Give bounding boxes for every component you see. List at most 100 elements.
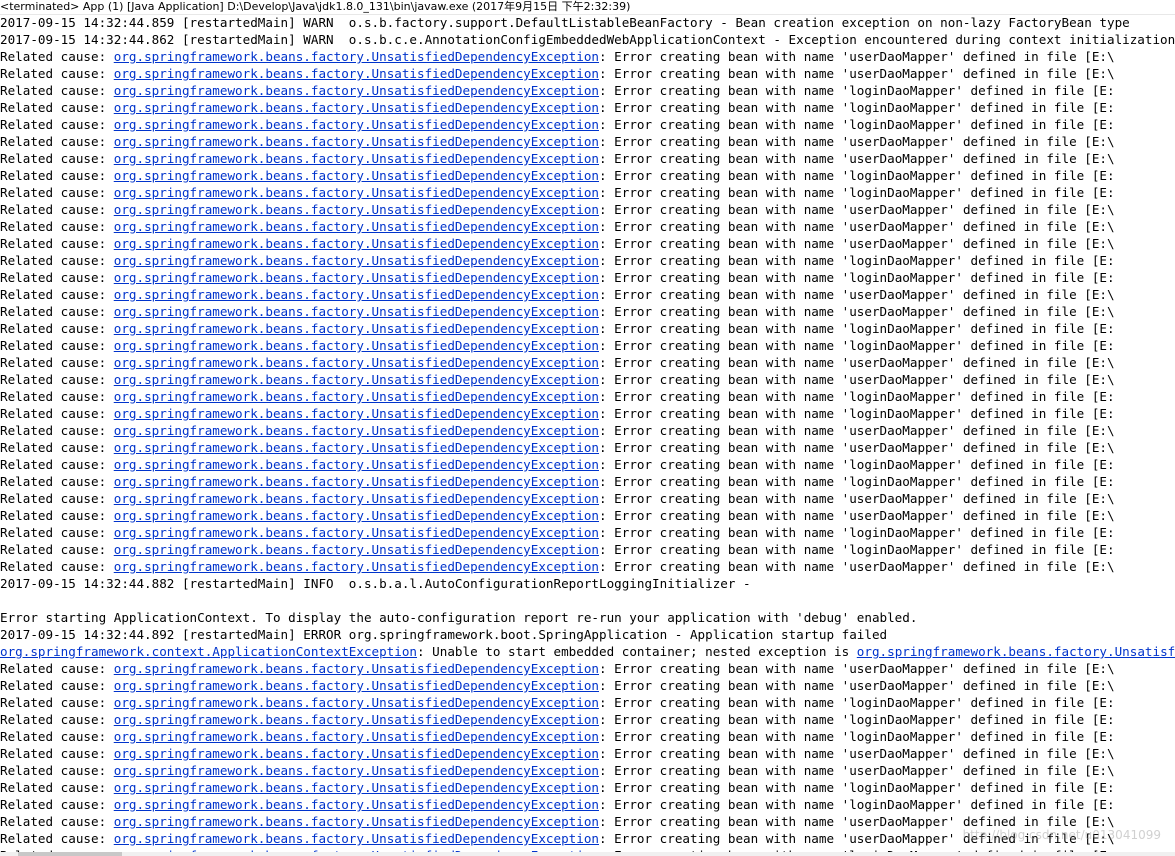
exception-link[interactable]: org.springframework.beans.factory.Unsati… — [114, 729, 599, 744]
exception-link[interactable]: org.springframework.beans.factory.Unsati… — [114, 134, 599, 149]
exception-link[interactable]: org.springframework.beans.factory.Unsati… — [114, 321, 599, 336]
exception-link[interactable]: org.springframework.beans.factory.Unsati… — [114, 457, 599, 472]
scrollbar-thumb[interactable] — [18, 852, 122, 856]
console-line: Related cause: org.springframework.beans… — [0, 218, 1175, 235]
exception-link[interactable]: org.springframework.beans.factory.Unsati… — [114, 508, 599, 523]
console-line: Related cause: org.springframework.beans… — [0, 694, 1175, 711]
line-prefix: Related cause: — [0, 270, 114, 285]
line-prefix: Related cause: — [0, 831, 114, 846]
console-line: 2017-09-15 14:32:44.859 [restartedMain] … — [0, 14, 1175, 31]
console-line: 2017-09-15 14:32:44.862 [restartedMain] … — [0, 31, 1175, 48]
exception-link[interactable]: org.springframework.beans.factory.Unsati… — [114, 372, 599, 387]
exception-link[interactable]: org.springframework.beans.factory.Unsati… — [114, 678, 599, 693]
exception-link[interactable]: org.springframework.beans.factory.Unsati… — [114, 100, 599, 115]
exception-link[interactable]: org.springframework.beans.factory.Unsati… — [114, 559, 599, 574]
exception-link[interactable]: org.springframework.beans.factory.Unsati… — [114, 355, 599, 370]
line-prefix: Related cause: — [0, 389, 114, 404]
exception-link[interactable]: org.springframework.beans.factory.Unsati… — [114, 814, 599, 829]
exception-link[interactable]: org.springframework.beans.factory.Unsati… — [114, 542, 599, 557]
exception-link[interactable]: org.springframework.beans.factory.Unsati… — [114, 202, 599, 217]
exception-link[interactable]: org.springframework.beans.factory.Unsati… — [114, 831, 599, 846]
exception-link[interactable]: org.springframework.beans.factory.Unsati… — [114, 763, 599, 778]
line-text: : Error creating bean with name 'loginDa… — [599, 321, 1115, 336]
exception-link[interactable]: org.springframework.beans.factory.Unsati… — [114, 338, 599, 353]
console-line: Related cause: org.springframework.beans… — [0, 728, 1175, 745]
console-line: Related cause: org.springframework.beans… — [0, 354, 1175, 371]
line-text: : Error creating bean with name 'loginDa… — [599, 542, 1115, 557]
line-prefix: Related cause: — [0, 185, 114, 200]
console-line: Related cause: org.springframework.beans… — [0, 303, 1175, 320]
line-text: 2017-09-15 14:32:44.859 [restartedMain] … — [0, 15, 1130, 30]
line-text: : Error creating bean with name 'loginDa… — [599, 168, 1115, 183]
console-line: Related cause: org.springframework.beans… — [0, 405, 1175, 422]
exception-link[interactable]: org.springframework.beans.factory.Unsati… — [114, 423, 599, 438]
exception-link[interactable]: org.springframework.beans.factory.Unsati… — [114, 491, 599, 506]
console-line: Related cause: org.springframework.beans… — [0, 371, 1175, 388]
exception-link[interactable]: org.springframework.beans.factory.Unsati… — [114, 270, 599, 285]
line-text: : Error creating bean with name 'loginDa… — [599, 100, 1115, 115]
line-text: : Error creating bean with name 'loginDa… — [599, 525, 1115, 540]
line-text: : Error creating bean with name 'userDao… — [599, 66, 1115, 81]
line-prefix: Related cause: — [0, 134, 114, 149]
exception-link[interactable]: org.springframework.beans.factory.Unsati… — [114, 219, 599, 234]
line-text: : Error creating bean with name 'userDao… — [599, 678, 1115, 693]
console-line: Related cause: org.springframework.beans… — [0, 456, 1175, 473]
line-prefix: Related cause: — [0, 100, 114, 115]
line-text: : Unable to start embedded container; ne… — [417, 644, 857, 659]
exception-link[interactable]: org.springframework.beans.factory.Unsati… — [114, 474, 599, 489]
exception-link[interactable]: org.springframework.beans.factory.Unsati… — [114, 780, 599, 795]
line-prefix: Related cause: — [0, 304, 114, 319]
console-line: Related cause: org.springframework.beans… — [0, 745, 1175, 762]
console-line: Related cause: org.springframework.beans… — [0, 337, 1175, 354]
console-line: Related cause: org.springframework.beans… — [0, 388, 1175, 405]
exception-link[interactable]: org.springframework.beans.factory.Unsati… — [114, 83, 599, 98]
line-prefix: Related cause: — [0, 661, 114, 676]
console-line: Related cause: org.springframework.beans… — [0, 779, 1175, 796]
exception-link[interactable]: org.springframework.beans.factory.Unsati… — [114, 185, 599, 200]
exception-link[interactable]: org.springframework.beans.factory.Unsati… — [114, 406, 599, 421]
exception-link[interactable]: org.springframework.beans.factory.Unsati… — [114, 440, 599, 455]
exception-link[interactable]: org.springframework.beans.factory.Unsati… — [114, 287, 599, 302]
console-line: Related cause: org.springframework.beans… — [0, 320, 1175, 337]
line-text: : Error creating bean with name 'loginDa… — [599, 780, 1115, 795]
line-prefix: Related cause: — [0, 814, 114, 829]
exception-link[interactable]: org.springframework.beans.factory.Unsati… — [114, 525, 599, 540]
exception-link[interactable]: org.springframework.beans.factory.Unsati… — [114, 49, 599, 64]
exception-link[interactable]: org.springframework.beans.factory.Unsati… — [114, 389, 599, 404]
line-text: : Error creating bean with name 'loginDa… — [599, 83, 1115, 98]
exception-link[interactable]: org.springframework.beans.factory.Unsati… — [114, 117, 599, 132]
console-line: Related cause: org.springframework.beans… — [0, 541, 1175, 558]
exception-link[interactable]: org.springframework.context.ApplicationC… — [0, 644, 417, 659]
exception-link[interactable]: org.springframework.beans.factory.Unsati… — [857, 644, 1175, 659]
console-line: 2017-09-15 14:32:44.892 [restartedMain] … — [0, 626, 1175, 643]
exception-link[interactable]: org.springframework.beans.factory.Unsati… — [114, 797, 599, 812]
line-prefix: Related cause: — [0, 763, 114, 778]
line-text: : Error creating bean with name 'userDao… — [599, 491, 1115, 506]
exception-link[interactable]: org.springframework.beans.factory.Unsati… — [114, 236, 599, 251]
exception-link[interactable]: org.springframework.beans.factory.Unsati… — [114, 66, 599, 81]
console-line: Related cause: org.springframework.beans… — [0, 439, 1175, 456]
console-title: <terminated> App (1) [Java Application] … — [0, 0, 631, 13]
line-prefix: Related cause: — [0, 219, 114, 234]
line-text: : Error creating bean with name 'userDao… — [599, 236, 1115, 251]
exception-link[interactable]: org.springframework.beans.factory.Unsati… — [114, 712, 599, 727]
console-header: <terminated> App (1) [Java Application] … — [0, 0, 1175, 15]
exception-link[interactable]: org.springframework.beans.factory.Unsati… — [114, 253, 599, 268]
line-prefix: Related cause: — [0, 457, 114, 472]
horizontal-scrollbar[interactable] — [0, 852, 1175, 856]
exception-link[interactable]: org.springframework.beans.factory.Unsati… — [114, 304, 599, 319]
line-prefix: Related cause: — [0, 168, 114, 183]
exception-link[interactable]: org.springframework.beans.factory.Unsati… — [114, 168, 599, 183]
line-text: : Error creating bean with name 'loginDa… — [599, 253, 1115, 268]
line-prefix: Related cause: — [0, 780, 114, 795]
console-output[interactable]: 2017-09-15 14:32:44.859 [restartedMain] … — [0, 14, 1175, 852]
console-line: Error starting ApplicationContext. To di… — [0, 609, 1175, 626]
exception-link[interactable]: org.springframework.beans.factory.Unsati… — [114, 695, 599, 710]
exception-link[interactable]: org.springframework.beans.factory.Unsati… — [114, 746, 599, 761]
line-prefix: Related cause: — [0, 695, 114, 710]
console-line: Related cause: org.springframework.beans… — [0, 48, 1175, 65]
line-prefix: Related cause: — [0, 372, 114, 387]
exception-link[interactable]: org.springframework.beans.factory.Unsati… — [114, 661, 599, 676]
console-line: Related cause: org.springframework.beans… — [0, 762, 1175, 779]
exception-link[interactable]: org.springframework.beans.factory.Unsati… — [114, 151, 599, 166]
